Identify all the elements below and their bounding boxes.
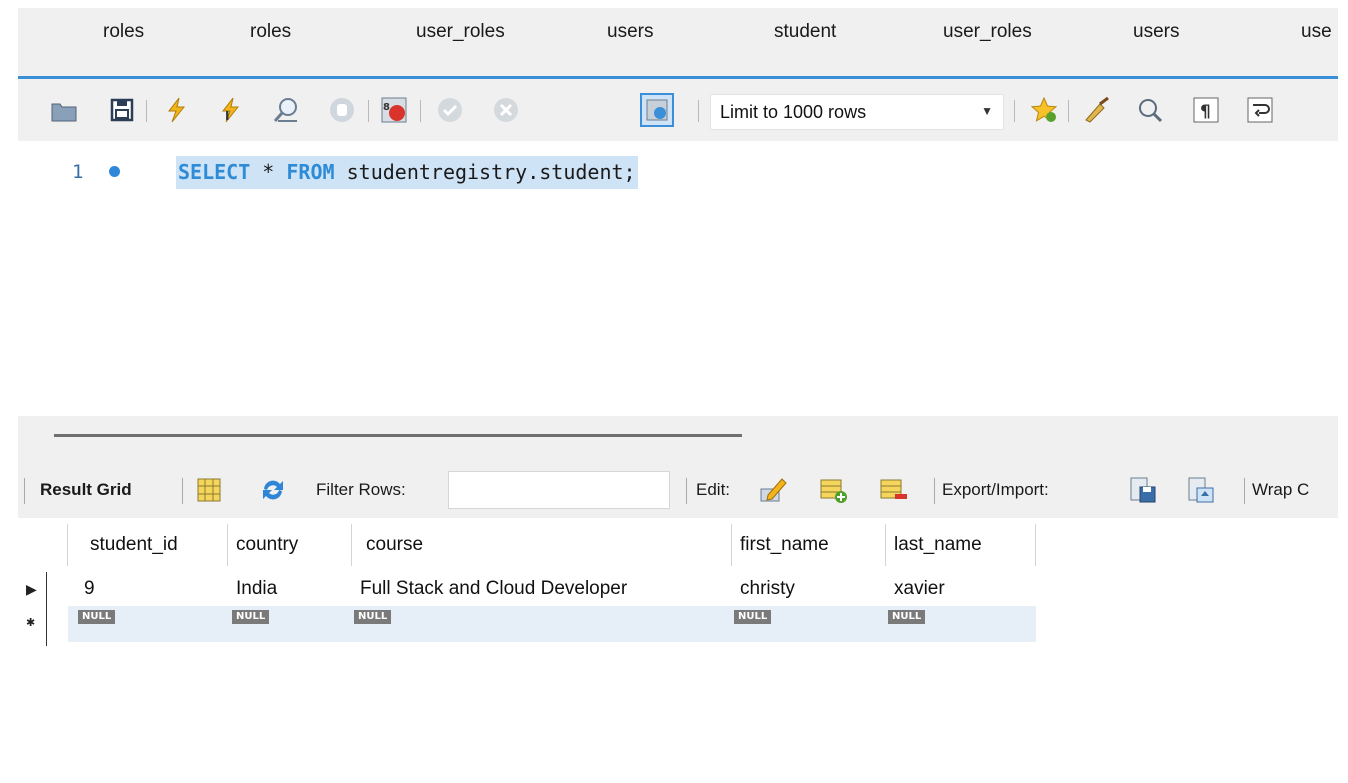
invisible-chars-icon[interactable]: ¶ (1192, 96, 1220, 124)
tab-users-3-partial[interactable]: use (1301, 15, 1332, 49)
tab-roles-1[interactable]: roles (103, 15, 144, 49)
cell-student-id[interactable]: 9 (76, 572, 226, 606)
tab-user-roles-2[interactable]: user_roles (943, 15, 1032, 49)
column-header-student-id[interactable]: student_id (68, 524, 228, 566)
svg-text:¶: ¶ (1200, 102, 1211, 122)
tab-users-2[interactable]: users (1133, 15, 1179, 49)
column-header-last-name[interactable]: last_name (886, 524, 1036, 566)
save-icon[interactable] (108, 96, 136, 124)
rollback-icon[interactable] (492, 96, 520, 124)
null-badge-student-id[interactable]: NULL (78, 610, 116, 624)
tab-student[interactable]: student (774, 15, 836, 49)
row-header-corner (18, 524, 68, 566)
null-badge-course[interactable]: NULL (354, 610, 392, 624)
sql-keyword-from: FROM (286, 160, 335, 184)
filter-rows-label: Filter Rows: (316, 480, 406, 499)
null-badge-last-name[interactable]: NULL (888, 610, 926, 624)
tab-users-1[interactable]: users (607, 15, 653, 49)
cell-last-name[interactable]: xavier (886, 572, 1036, 606)
line-number: 1 (72, 161, 84, 183)
sql-table-name: studentregistry.student; (346, 160, 636, 184)
null-badge-country[interactable]: NULL (232, 610, 270, 624)
wrap-cell-content-label[interactable]: Wrap C (1252, 480, 1309, 500)
editor-tab-bar: roles roles user_roles users student use… (18, 8, 1338, 79)
filter-rows-input[interactable] (448, 471, 670, 509)
column-header-country[interactable]: country (228, 524, 352, 566)
sql-star: * (262, 160, 275, 184)
statement-marker-icon (109, 166, 120, 177)
refresh-icon[interactable] (258, 475, 288, 505)
svg-text:I: I (225, 109, 229, 123)
beautify-broom-icon[interactable] (1082, 96, 1110, 124)
execute-current-icon[interactable]: I (216, 96, 244, 124)
cell-country[interactable]: India (228, 572, 352, 606)
sql-statement[interactable]: SELECT * FROM studentregistry.student; (176, 156, 638, 189)
stop-icon[interactable] (328, 96, 356, 124)
add-snippet-star-icon[interactable] (1030, 96, 1058, 124)
new-row-marker-icon: ✱ (26, 617, 36, 629)
current-row-marker-icon: ▶ (26, 581, 37, 597)
export-import-label: Export/Import: (942, 480, 1049, 499)
explain-icon[interactable] (272, 96, 300, 124)
commit-icon[interactable] (436, 96, 464, 124)
import-icon[interactable] (1186, 475, 1216, 505)
tab-roles-2[interactable]: roles (250, 15, 291, 49)
null-badge-first-name[interactable]: NULL (734, 610, 772, 624)
add-row-icon[interactable] (818, 475, 848, 505)
sql-editor-toolbar: I 8 Limit to 1000 rows ▼ ¶ (18, 79, 1338, 141)
word-wrap-icon[interactable] (1246, 96, 1274, 124)
sql-keyword-select: SELECT (178, 160, 251, 184)
autocommit-toggle-icon[interactable] (640, 93, 674, 127)
column-header-first-name[interactable]: first_name (732, 524, 886, 566)
column-header-course[interactable]: course (352, 524, 732, 566)
edit-row-icon[interactable] (758, 475, 788, 505)
export-icon[interactable] (1128, 475, 1158, 505)
open-file-icon[interactable] (50, 96, 78, 124)
result-toolbar: Result Grid Filter Rows: Edit: Export/Im… (18, 462, 1338, 518)
sql-editor[interactable]: 1 SELECT * FROM studentregistry.student; (18, 141, 1338, 416)
cell-first-name[interactable]: christy (732, 572, 886, 606)
editor-results-splitter[interactable] (18, 416, 1338, 462)
limit-rows-select[interactable]: Limit to 1000 rows ▼ (710, 94, 1004, 130)
delete-row-icon[interactable] (878, 475, 908, 505)
svg-text:8: 8 (383, 102, 390, 113)
result-grid[interactable]: student_id country course first_name las… (18, 520, 1338, 783)
find-replace-icon[interactable] (1136, 96, 1164, 124)
result-grid-label[interactable]: Result Grid (40, 480, 132, 500)
cell-course[interactable]: Full Stack and Cloud Developer (352, 572, 732, 606)
toggle-error-stop-icon[interactable]: 8 (380, 96, 408, 124)
tab-user-roles-1[interactable]: user_roles (416, 15, 505, 49)
grid-layout-icon[interactable] (194, 475, 224, 505)
edit-label: Edit: (696, 480, 731, 499)
chevron-down-icon: ▼ (981, 104, 993, 118)
limit-rows-value: Limit to 1000 rows (720, 102, 867, 122)
horizontal-scrollbar[interactable] (54, 434, 742, 437)
execute-icon[interactable] (162, 96, 190, 124)
